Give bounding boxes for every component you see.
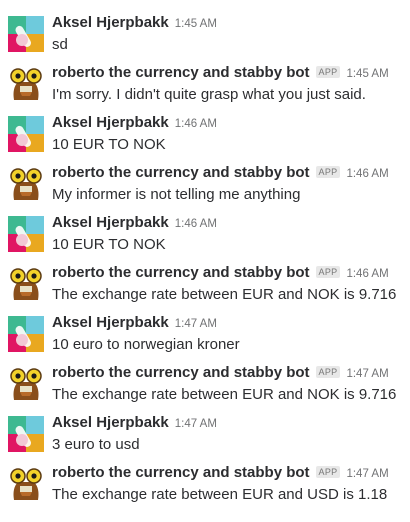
slack-logo-icon <box>8 316 44 352</box>
message-item: roberto the currency and stabby bot APP … <box>0 60 410 110</box>
sender-name[interactable]: roberto the currency and stabby bot <box>52 364 310 381</box>
message-item: roberto the currency and stabby bot APP … <box>0 260 410 310</box>
sender-name[interactable]: roberto the currency and stabby bot <box>52 64 310 81</box>
message-timestamp[interactable]: 1:46 AM <box>175 118 217 130</box>
bot-avatar[interactable] <box>8 366 44 402</box>
message-timestamp[interactable]: 1:47 AM <box>175 418 217 430</box>
bot-avatar[interactable] <box>8 166 44 202</box>
app-badge: APP <box>315 466 341 478</box>
message-meta: roberto the currency and stabby bot APP … <box>52 464 389 482</box>
message-item: Aksel Hjerpbakk 1:45 AM sd <box>0 10 410 60</box>
message-timestamp[interactable]: 1:47 AM <box>346 468 388 480</box>
message-item: Aksel Hjerpbakk 1:47 AM 10 euro to norwe… <box>0 310 410 360</box>
message-text: I'm sorry. I didn't quite grasp what you… <box>52 86 366 103</box>
user-avatar[interactable] <box>8 16 44 52</box>
slack-logo-icon <box>8 16 44 52</box>
app-badge: APP <box>315 266 341 278</box>
message-timestamp[interactable]: 1:47 AM <box>175 318 217 330</box>
message-meta: Aksel Hjerpbakk 1:46 AM <box>52 114 217 132</box>
message-meta: roberto the currency and stabby bot APP … <box>52 264 389 282</box>
message-timestamp[interactable]: 1:45 AM <box>346 68 388 80</box>
app-badge: APP <box>315 66 341 78</box>
message-item: roberto the currency and stabby bot APP … <box>0 160 410 210</box>
message-timestamp[interactable]: 1:46 AM <box>346 168 388 180</box>
bot-avatar[interactable] <box>8 66 44 102</box>
sender-name[interactable]: Aksel Hjerpbakk <box>52 14 169 31</box>
slack-logo-icon <box>8 416 44 452</box>
message-timestamp[interactable]: 1:46 AM <box>175 218 217 230</box>
owl-bot-icon <box>8 466 44 502</box>
owl-bot-icon <box>8 166 44 202</box>
user-avatar[interactable] <box>8 116 44 152</box>
message-text: sd <box>52 36 68 53</box>
message-feed: Aksel Hjerpbakk 1:45 AM sd roberto the c… <box>0 0 410 522</box>
owl-bot-icon <box>8 66 44 102</box>
message-meta: roberto the currency and stabby bot APP … <box>52 64 389 82</box>
sender-name[interactable]: Aksel Hjerpbakk <box>52 114 169 131</box>
sender-name[interactable]: roberto the currency and stabby bot <box>52 164 310 181</box>
bot-avatar[interactable] <box>8 266 44 302</box>
message-meta: Aksel Hjerpbakk 1:47 AM <box>52 314 217 332</box>
message-item: Aksel Hjerpbakk 1:46 AM 10 EUR TO NOK <box>0 110 410 160</box>
sender-name[interactable]: roberto the currency and stabby bot <box>52 264 310 281</box>
message-timestamp[interactable]: 1:47 AM <box>346 368 388 380</box>
message-item: roberto the currency and stabby bot APP … <box>0 460 410 510</box>
user-avatar[interactable] <box>8 316 44 352</box>
message-timestamp[interactable]: 1:45 AM <box>175 18 217 30</box>
message-text: My informer is not telling me anything <box>52 186 301 203</box>
message-text: 3 euro to usd <box>52 436 140 453</box>
sender-name[interactable]: Aksel Hjerpbakk <box>52 414 169 431</box>
sender-name[interactable]: Aksel Hjerpbakk <box>52 214 169 231</box>
owl-bot-icon <box>8 266 44 302</box>
message-meta: Aksel Hjerpbakk 1:46 AM <box>52 214 217 232</box>
slack-logo-icon <box>8 216 44 252</box>
message-meta: Aksel Hjerpbakk 1:45 AM <box>52 14 217 32</box>
user-avatar[interactable] <box>8 416 44 452</box>
message-item: Aksel Hjerpbakk 1:47 AM 3 euro to usd <box>0 410 410 460</box>
owl-bot-icon <box>8 366 44 402</box>
message-meta: roberto the currency and stabby bot APP … <box>52 364 389 382</box>
message-text: 10 EUR TO NOK <box>52 236 166 253</box>
bot-avatar[interactable] <box>8 466 44 502</box>
message-text: The exchange rate between EUR and NOK is… <box>52 386 397 403</box>
message-text: The exchange rate between EUR and USD is… <box>52 486 388 503</box>
message-timestamp[interactable]: 1:46 AM <box>346 268 388 280</box>
message-item: roberto the currency and stabby bot APP … <box>0 360 410 410</box>
message-meta: roberto the currency and stabby bot APP … <box>52 164 389 182</box>
app-badge: APP <box>315 166 341 178</box>
app-badge: APP <box>315 366 341 378</box>
slack-logo-icon <box>8 116 44 152</box>
sender-name[interactable]: roberto the currency and stabby bot <box>52 464 310 481</box>
user-avatar[interactable] <box>8 216 44 252</box>
sender-name[interactable]: Aksel Hjerpbakk <box>52 314 169 331</box>
message-text: 10 EUR TO NOK <box>52 136 166 153</box>
message-meta: Aksel Hjerpbakk 1:47 AM <box>52 414 217 432</box>
message-text: The exchange rate between EUR and NOK is… <box>52 286 397 303</box>
message-item: Aksel Hjerpbakk 1:46 AM 10 EUR TO NOK <box>0 210 410 260</box>
message-text: 10 euro to norwegian kroner <box>52 336 240 353</box>
